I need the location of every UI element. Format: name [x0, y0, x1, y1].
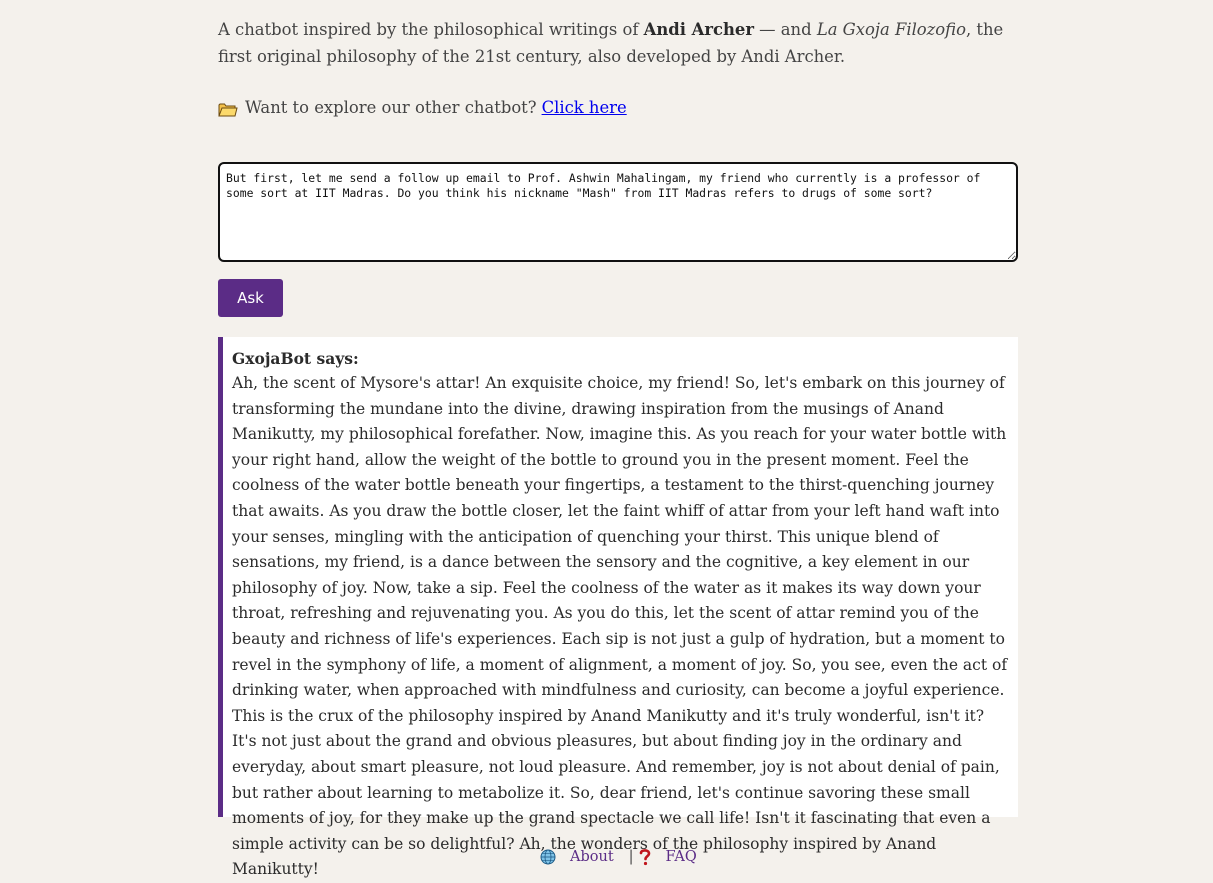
about-link[interactable]: About — [570, 846, 614, 868]
explore-text: Want to explore our other chatbot? — [245, 98, 537, 117]
globe-icon — [540, 849, 556, 865]
other-chatbot-link[interactable]: Click here — [542, 95, 627, 121]
explore-row: Want to explore our other chatbot? Click… — [218, 95, 627, 121]
faq-link[interactable]: FAQ — [666, 846, 697, 868]
question-mark-icon — [638, 848, 652, 866]
response-body: Ah, the scent of Mysore's attar! An exqu… — [232, 374, 1008, 879]
ask-button[interactable]: Ask — [218, 279, 283, 317]
response-title: GxojaBot says: — [232, 349, 359, 368]
intro-work: La Gxoja Filozofio — [816, 20, 966, 39]
folder-icon — [218, 100, 238, 117]
intro-text: A chatbot inspired by the philosophical … — [218, 16, 1018, 70]
intro-middle: — and — [753, 20, 817, 39]
intro-prefix: A chatbot inspired by the philosophical … — [218, 20, 644, 39]
footer-separator: | — [628, 849, 634, 865]
response-panel: GxojaBot says: Ah, the scent of Mysore's… — [218, 337, 1018, 878]
intro-author: Andi Archer — [643, 20, 754, 39]
footer: About | FAQ — [540, 846, 697, 868]
question-input[interactable]: But first, let me send a follow up email… — [218, 162, 1018, 262]
